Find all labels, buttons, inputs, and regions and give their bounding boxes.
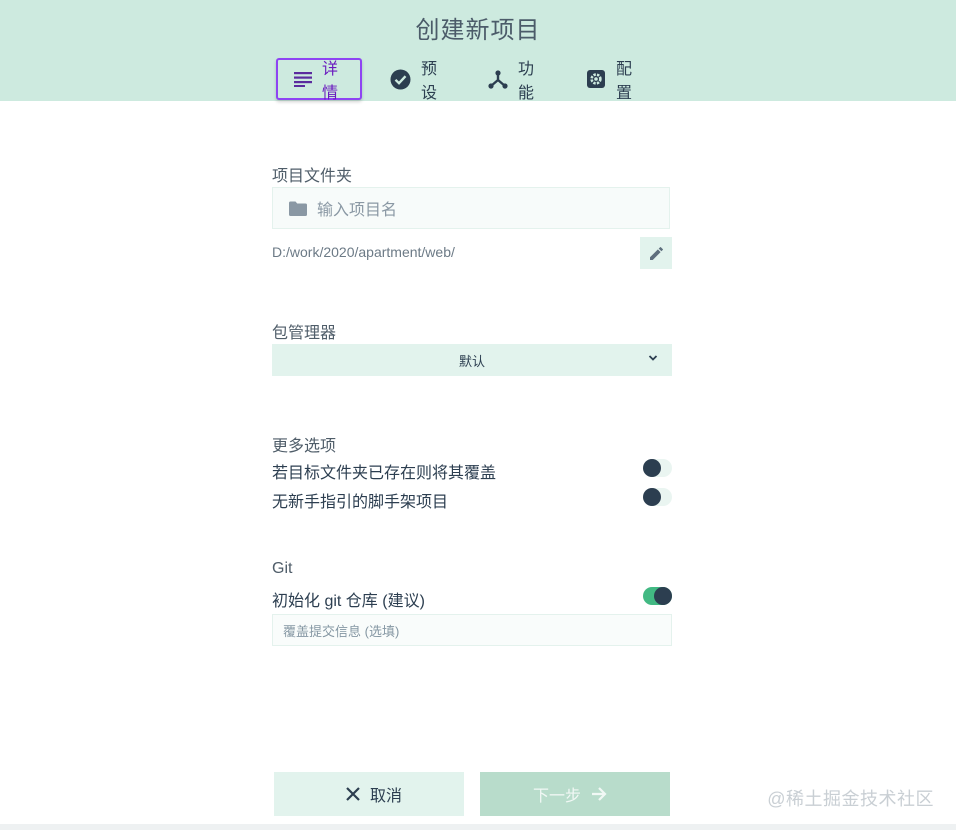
list-icon: [294, 68, 312, 90]
more-options-label: 更多选项: [272, 438, 337, 455]
overwrite-option-label: 若目标文件夹已存在则将其覆盖: [272, 465, 497, 482]
tab-features[interactable]: 功能: [488, 58, 536, 102]
package-manager-label: 包管理器: [272, 325, 337, 342]
project-folder-label: 项目文件夹: [272, 168, 353, 185]
close-icon: [346, 787, 360, 801]
toggle-knob: [643, 488, 661, 506]
bottom-strip: [0, 824, 956, 830]
tab-presets[interactable]: 预设: [390, 58, 438, 102]
watermark: @稀土掘金技术社区: [767, 789, 934, 809]
skip-guide-option-label: 无新手指引的脚手架项目: [272, 494, 449, 511]
project-path: D:/work/2020/apartment/web/: [272, 244, 455, 260]
next-label: 下一步: [532, 788, 581, 805]
overwrite-toggle[interactable]: [643, 459, 672, 477]
tab-label: 预设: [421, 61, 438, 102]
skip-guide-toggle[interactable]: [643, 488, 672, 506]
arrow-right-icon: [591, 787, 607, 801]
package-manager-value: 默认: [458, 353, 485, 369]
tab-label: 详情: [322, 61, 339, 102]
edit-path-button[interactable]: [640, 237, 672, 269]
tab-details[interactable]: 详情: [276, 58, 363, 102]
tab-label: 配置: [616, 61, 633, 102]
check-circle-icon: [390, 68, 411, 90]
pencil-icon: [649, 246, 663, 260]
folder-icon: [289, 201, 307, 216]
project-name-input[interactable]: 输入项目名: [272, 187, 670, 229]
page-title: 创建新项目: [415, 17, 541, 44]
header: 创建新项目 详情 预设 功能 配置: [0, 0, 956, 102]
cancel-label: 取消: [369, 788, 402, 805]
project-name-placeholder: 输入项目名: [317, 202, 398, 219]
package-manager-select[interactable]: 默认: [272, 344, 672, 376]
tab-label: 功能: [518, 61, 535, 102]
cancel-button[interactable]: 取消: [274, 772, 464, 816]
commit-message-input[interactable]: 覆盖提交信息 (选填): [272, 614, 672, 646]
chevron-down-icon: [648, 353, 658, 363]
next-button[interactable]: 下一步: [480, 772, 670, 816]
git-label: Git: [272, 560, 293, 577]
toggle-knob: [654, 587, 672, 605]
git-init-toggle[interactable]: [643, 587, 672, 605]
fork-icon: [488, 68, 508, 90]
toggle-knob: [643, 459, 661, 477]
commit-message-placeholder: 覆盖提交信息 (选填): [283, 623, 400, 639]
git-init-label: 初始化 git 仓库 (建议): [272, 593, 425, 610]
tab-config[interactable]: 配置: [586, 58, 634, 102]
settings-icon: [586, 68, 606, 90]
